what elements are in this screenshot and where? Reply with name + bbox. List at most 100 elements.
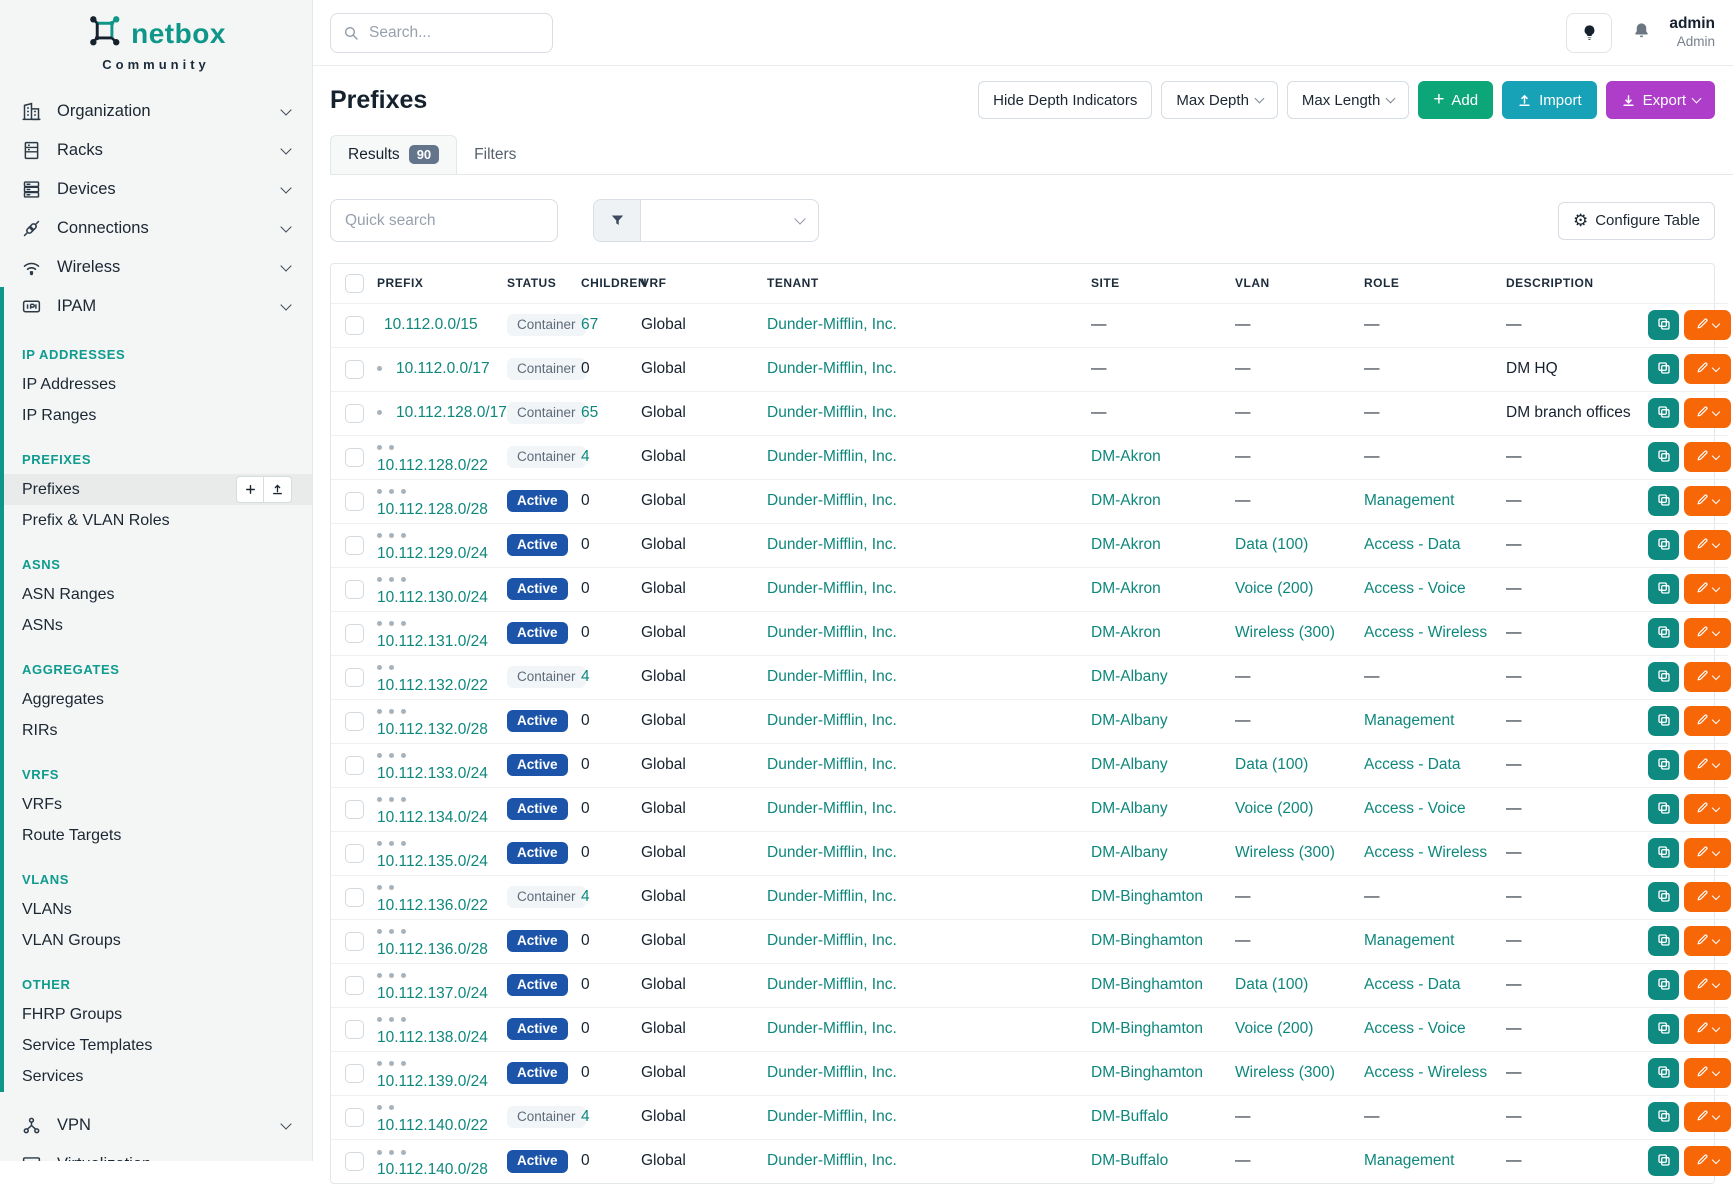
site-link[interactable]: DM-Buffalo xyxy=(1091,1108,1168,1125)
site-link[interactable]: DM-Akron xyxy=(1091,492,1161,509)
clone-button[interactable] xyxy=(1648,310,1679,340)
tenant-link[interactable]: Dunder-Mifflin, Inc. xyxy=(767,668,897,685)
edit-dropdown-button[interactable] xyxy=(1684,618,1731,648)
tenant-link[interactable]: Dunder-Mifflin, Inc. xyxy=(767,580,897,597)
role-link[interactable]: Access - Wireless xyxy=(1364,1064,1487,1081)
saved-filter-select[interactable] xyxy=(641,200,818,241)
import-button[interactable]: Import xyxy=(1502,81,1597,119)
sidebar-item-ip-addresses[interactable]: IP Addresses xyxy=(4,369,312,400)
row-checkbox[interactable] xyxy=(345,624,364,643)
site-link[interactable]: DM-Binghamton xyxy=(1091,1064,1203,1081)
edit-dropdown-button[interactable] xyxy=(1684,706,1731,736)
hide-depth-indicators-button[interactable]: Hide Depth Indicators xyxy=(978,81,1152,119)
site-link[interactable]: DM-Binghamton xyxy=(1091,888,1203,905)
tenant-link[interactable]: Dunder-Mifflin, Inc. xyxy=(767,976,897,993)
tenant-link[interactable]: Dunder-Mifflin, Inc. xyxy=(767,492,897,509)
row-checkbox[interactable] xyxy=(345,932,364,951)
prefix-link[interactable]: 10.112.128.0/17 xyxy=(396,404,507,421)
site-link[interactable]: DM-Albany xyxy=(1091,712,1168,729)
tenant-link[interactable]: Dunder-Mifflin, Inc. xyxy=(767,756,897,773)
clone-button[interactable] xyxy=(1648,398,1679,428)
tenant-link[interactable]: Dunder-Mifflin, Inc. xyxy=(767,404,897,421)
vlan-link[interactable]: Data (100) xyxy=(1235,976,1308,993)
row-checkbox[interactable] xyxy=(345,404,364,423)
children-count-link[interactable]: 4 xyxy=(581,1108,590,1125)
global-search[interactable] xyxy=(330,13,553,53)
sidebar-item-virtualization[interactable]: Virtualization xyxy=(0,1145,312,1161)
edit-dropdown-button[interactable] xyxy=(1684,442,1731,472)
role-link[interactable]: Access - Wireless xyxy=(1364,844,1487,861)
row-checkbox[interactable] xyxy=(345,1020,364,1039)
add-mini-button[interactable] xyxy=(236,476,264,503)
sidebar-item-vlan-groups[interactable]: VLAN Groups xyxy=(4,925,312,956)
sidebar-item-aggregates[interactable]: Aggregates xyxy=(4,684,312,715)
vlan-link[interactable]: Voice (200) xyxy=(1235,1020,1313,1037)
prefix-link[interactable]: 10.112.129.0/24 xyxy=(377,545,488,562)
role-link[interactable]: Access - Voice xyxy=(1364,800,1466,817)
select-all-checkbox[interactable] xyxy=(345,274,364,293)
max-depth-dropdown[interactable]: Max Depth xyxy=(1161,81,1278,119)
tenant-link[interactable]: Dunder-Mifflin, Inc. xyxy=(767,448,897,465)
role-link[interactable]: Management xyxy=(1364,492,1454,509)
tenant-link[interactable]: Dunder-Mifflin, Inc. xyxy=(767,1064,897,1081)
site-link[interactable]: DM-Binghamton xyxy=(1091,932,1203,949)
children-count-link[interactable]: 4 xyxy=(581,888,590,905)
row-checkbox[interactable] xyxy=(345,712,364,731)
site-link[interactable]: DM-Akron xyxy=(1091,448,1161,465)
site-link[interactable]: DM-Akron xyxy=(1091,624,1161,641)
edit-dropdown-button[interactable] xyxy=(1684,926,1731,956)
site-link[interactable]: DM-Albany xyxy=(1091,668,1168,685)
row-checkbox[interactable] xyxy=(345,976,364,995)
role-link[interactable]: Access - Data xyxy=(1364,976,1460,993)
sidebar-item-asns[interactable]: ASNs xyxy=(4,610,312,641)
prefix-link[interactable]: 10.112.132.0/28 xyxy=(377,721,488,738)
global-search-input[interactable] xyxy=(369,24,529,42)
tenant-link[interactable]: Dunder-Mifflin, Inc. xyxy=(767,712,897,729)
max-length-dropdown[interactable]: Max Length xyxy=(1287,81,1409,119)
clone-button[interactable] xyxy=(1648,926,1679,956)
sidebar-item-vrfs[interactable]: VRFs xyxy=(4,789,312,820)
sidebar-item-devices[interactable]: Devices xyxy=(0,170,312,209)
tenant-link[interactable]: Dunder-Mifflin, Inc. xyxy=(767,1020,897,1037)
edit-dropdown-button[interactable] xyxy=(1684,970,1731,1000)
clone-button[interactable] xyxy=(1648,750,1679,780)
sidebar-item-route-targets[interactable]: Route Targets xyxy=(4,820,312,851)
clone-button[interactable] xyxy=(1648,574,1679,604)
site-link[interactable]: DM-Albany xyxy=(1091,844,1168,861)
sidebar-item-wireless[interactable]: Wireless xyxy=(0,248,312,287)
site-link[interactable]: DM-Akron xyxy=(1091,536,1161,553)
tenant-link[interactable]: Dunder-Mifflin, Inc. xyxy=(767,360,897,377)
tenant-link[interactable]: Dunder-Mifflin, Inc. xyxy=(767,316,897,333)
filter-button[interactable] xyxy=(594,200,641,241)
sidebar-item-organization[interactable]: Organization xyxy=(0,92,312,131)
row-checkbox[interactable] xyxy=(345,800,364,819)
tenant-link[interactable]: Dunder-Mifflin, Inc. xyxy=(767,888,897,905)
notifications-button[interactable] xyxy=(1632,21,1651,45)
site-link[interactable]: DM-Albany xyxy=(1091,800,1168,817)
clone-button[interactable] xyxy=(1648,1146,1679,1176)
tenant-link[interactable]: Dunder-Mifflin, Inc. xyxy=(767,1108,897,1125)
sidebar-item-racks[interactable]: Racks xyxy=(0,131,312,170)
sidebar-item-connections[interactable]: Connections xyxy=(0,209,312,248)
row-checkbox[interactable] xyxy=(345,360,364,379)
import-mini-button[interactable] xyxy=(264,476,292,503)
role-link[interactable]: Access - Data xyxy=(1364,756,1460,773)
role-link[interactable]: Access - Voice xyxy=(1364,1020,1466,1037)
tenant-link[interactable]: Dunder-Mifflin, Inc. xyxy=(767,800,897,817)
prefix-link[interactable]: 10.112.136.0/28 xyxy=(377,941,488,958)
row-checkbox[interactable] xyxy=(345,536,364,555)
row-checkbox[interactable] xyxy=(345,580,364,599)
row-checkbox[interactable] xyxy=(345,1152,364,1171)
sidebar-item-service-templates[interactable]: Service Templates xyxy=(4,1030,312,1061)
row-checkbox[interactable] xyxy=(345,888,364,907)
tenant-link[interactable]: Dunder-Mifflin, Inc. xyxy=(767,844,897,861)
row-checkbox[interactable] xyxy=(345,756,364,775)
sidebar-item-fhrp-groups[interactable]: FHRP Groups xyxy=(4,999,312,1030)
vlan-link[interactable]: Wireless (300) xyxy=(1235,844,1335,861)
edit-dropdown-button[interactable] xyxy=(1684,794,1731,824)
sidebar-item-services[interactable]: Services xyxy=(4,1061,312,1092)
role-link[interactable]: Management xyxy=(1364,712,1454,729)
prefix-link[interactable]: 10.112.140.0/28 xyxy=(377,1161,488,1178)
clone-button[interactable] xyxy=(1648,442,1679,472)
row-checkbox[interactable] xyxy=(345,844,364,863)
